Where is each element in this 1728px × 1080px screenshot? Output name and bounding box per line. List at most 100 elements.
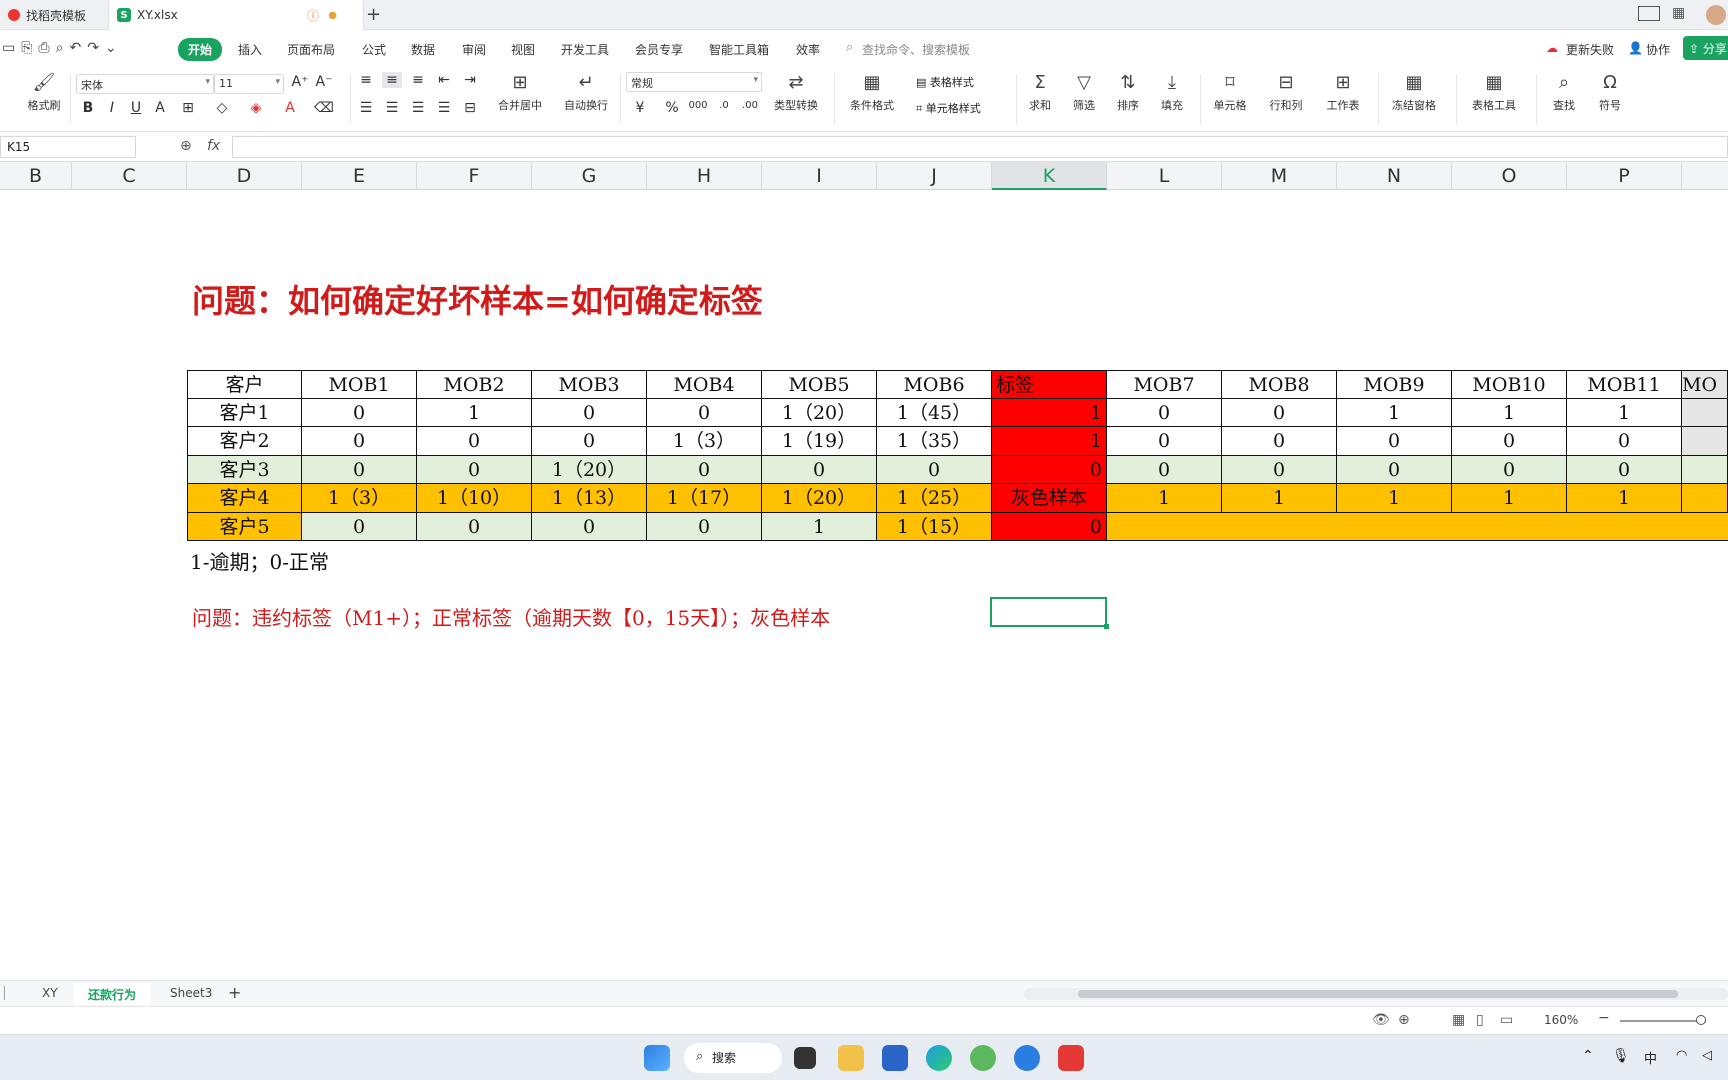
formula-input[interactable] <box>232 136 1728 158</box>
table-cell[interactable]: 1（10） <box>417 484 532 513</box>
table-header-cell[interactable]: MOB5 <box>762 370 877 399</box>
table-cell[interactable]: 灰色样本 <box>992 484 1107 513</box>
windows-start-icon[interactable] <box>644 1045 670 1071</box>
menu-page-layout[interactable]: 页面布局 <box>287 41 335 58</box>
fx-icon[interactable]: fx <box>207 138 220 154</box>
bold-icon[interactable]: B <box>78 100 98 116</box>
font-size-select[interactable]: 11 <box>214 74 284 94</box>
table-header-cell[interactable]: MO <box>1682 370 1728 399</box>
table-header-cell[interactable]: MOB1 <box>302 370 417 399</box>
file-explorer-icon[interactable] <box>838 1045 864 1071</box>
table-cell[interactable]: 0 <box>417 427 532 456</box>
col-header-k[interactable]: K <box>992 162 1107 190</box>
focus-icon[interactable]: ⊕ <box>1398 1012 1410 1028</box>
italic-icon[interactable]: I <box>102 100 122 116</box>
col-header-f[interactable]: F <box>417 162 532 190</box>
tab-scroll-icon[interactable]: ▏ <box>4 986 13 1000</box>
table-cell[interactable]: 1 <box>1337 398 1452 427</box>
table-cell[interactable]: 0 <box>1337 455 1452 484</box>
menu-member[interactable]: 会员专享 <box>635 41 683 58</box>
book-view-icon[interactable]: ▭ <box>1500 1012 1513 1028</box>
col-header-l[interactable]: L <box>1107 162 1222 190</box>
col-header-q[interactable] <box>1682 162 1728 190</box>
cell-style-button[interactable]: ⌗ 单元格样式 <box>916 100 981 116</box>
wrap-text-button[interactable]: ↵ 自动换行 <box>558 72 614 113</box>
table-cell[interactable]: 1 <box>992 427 1107 456</box>
decimal-increase-icon[interactable]: .0 <box>714 100 734 111</box>
table-header-cell[interactable]: MOB10 <box>1452 370 1567 399</box>
table-cell[interactable]: 0 <box>532 398 647 427</box>
find-button[interactable]: ⌕ 查找 <box>1544 72 1584 113</box>
menu-insert[interactable]: 插入 <box>238 41 262 58</box>
sort-button[interactable]: ⇅ 排序 <box>1110 72 1146 113</box>
table-header-cell[interactable]: MOB6 <box>877 370 992 399</box>
table-cell[interactable]: 0 <box>992 455 1107 484</box>
table-cell[interactable]: 1 <box>1567 398 1682 427</box>
format-painter-button[interactable]: 🖌 格式刷 <box>22 72 66 113</box>
table-cell[interactable]: 0 <box>1107 427 1222 456</box>
table-cell[interactable]: 1（20） <box>762 484 877 513</box>
font-grow-icon[interactable]: A⁺ <box>290 74 310 90</box>
indent-increase-icon[interactable]: ⇥ <box>460 72 480 88</box>
menu-home[interactable]: 开始 <box>178 38 223 61</box>
col-header-i[interactable]: I <box>762 162 877 190</box>
strikethrough-icon[interactable]: A <box>150 100 170 116</box>
justify-icon[interactable]: ☰ <box>434 100 454 116</box>
menu-view[interactable]: 视图 <box>511 41 535 58</box>
table-header-cell[interactable]: MOB2 <box>417 370 532 399</box>
ime-indicator[interactable]: 中 <box>1644 1048 1657 1067</box>
table-cell[interactable]: 1 <box>992 398 1107 427</box>
col-header-h[interactable]: H <box>647 162 762 190</box>
type-convert-button[interactable]: ⇄ 类型转换 <box>766 72 826 113</box>
volume-icon[interactable]: ◁ <box>1702 1048 1712 1063</box>
avatar[interactable] <box>1706 5 1726 25</box>
table-header-cell[interactable]: MOB11 <box>1567 370 1682 399</box>
table-cell[interactable] <box>1452 512 1567 541</box>
sheet-tab-sheet3[interactable]: Sheet3 <box>170 986 212 1000</box>
col-header-c[interactable]: C <box>72 162 187 190</box>
col-header-o[interactable]: O <box>1452 162 1567 190</box>
table-header-cell[interactable]: 客户 <box>187 370 302 399</box>
number-format-select[interactable]: 常规 <box>626 72 762 92</box>
percent-icon[interactable]: % <box>662 100 682 116</box>
eye-protect-icon[interactable]: 👁 <box>1372 1012 1390 1028</box>
table-cell[interactable]: 0 <box>417 455 532 484</box>
table-cell[interactable]: 0 <box>1452 455 1567 484</box>
zoom-slider[interactable] <box>1620 1020 1706 1022</box>
table-cell[interactable]: 1（25） <box>877 484 992 513</box>
underline-icon[interactable]: U <box>126 100 146 116</box>
table-cell[interactable] <box>1337 512 1452 541</box>
align-center-icon[interactable]: ☰ <box>382 100 402 116</box>
update-status[interactable]: 更新失败 <box>1566 41 1614 58</box>
menu-smart-tools[interactable]: 智能工具箱 <box>709 41 769 58</box>
worksheet-button[interactable]: ⊞ 工作表 <box>1318 72 1368 113</box>
filter-button[interactable]: ▽ 筛选 <box>1066 72 1102 113</box>
table-header-cell[interactable]: MOB9 <box>1337 370 1452 399</box>
indent-decrease-icon[interactable]: ⇤ <box>434 72 454 88</box>
table-cell[interactable]: 0 <box>1222 455 1337 484</box>
table-cell[interactable]: 0 <box>647 398 762 427</box>
table-cell[interactable]: 0 <box>302 512 417 541</box>
table-cell[interactable]: 1 <box>1452 484 1567 513</box>
table-cell[interactable]: 1 <box>417 398 532 427</box>
currency-icon[interactable]: ¥ <box>630 100 650 116</box>
tab-template[interactable]: 找稻壳模板 <box>0 0 108 30</box>
table-cell[interactable]: 1（20） <box>762 398 877 427</box>
col-header-b[interactable]: B <box>0 162 72 190</box>
add-sheet-icon[interactable]: + <box>228 983 241 1002</box>
sheet-tab-repayment[interactable]: 还款行为 <box>88 986 136 1003</box>
normal-view-icon[interactable]: ▦ <box>1452 1012 1465 1028</box>
col-header-g[interactable]: G <box>532 162 647 190</box>
font-color-icon[interactable]: A <box>280 100 300 116</box>
grid-view-icon[interactable]: ▦ <box>1672 5 1685 21</box>
col-header-p[interactable]: P <box>1567 162 1682 190</box>
sheet-tab-xy[interactable]: XY <box>42 986 58 1000</box>
col-header-n[interactable]: N <box>1337 162 1452 190</box>
task-view-icon[interactable] <box>794 1047 816 1069</box>
font-name-select[interactable]: 宋体 <box>76 74 214 94</box>
table-cell[interactable]: 0 <box>417 512 532 541</box>
freeze-button[interactable]: ▦ 冻结窗格 <box>1384 72 1444 113</box>
table-cell[interactable]: 1（45） <box>877 398 992 427</box>
selected-cell-k15[interactable] <box>990 597 1109 629</box>
cell-button[interactable]: ⌑ 单元格 <box>1206 72 1254 113</box>
